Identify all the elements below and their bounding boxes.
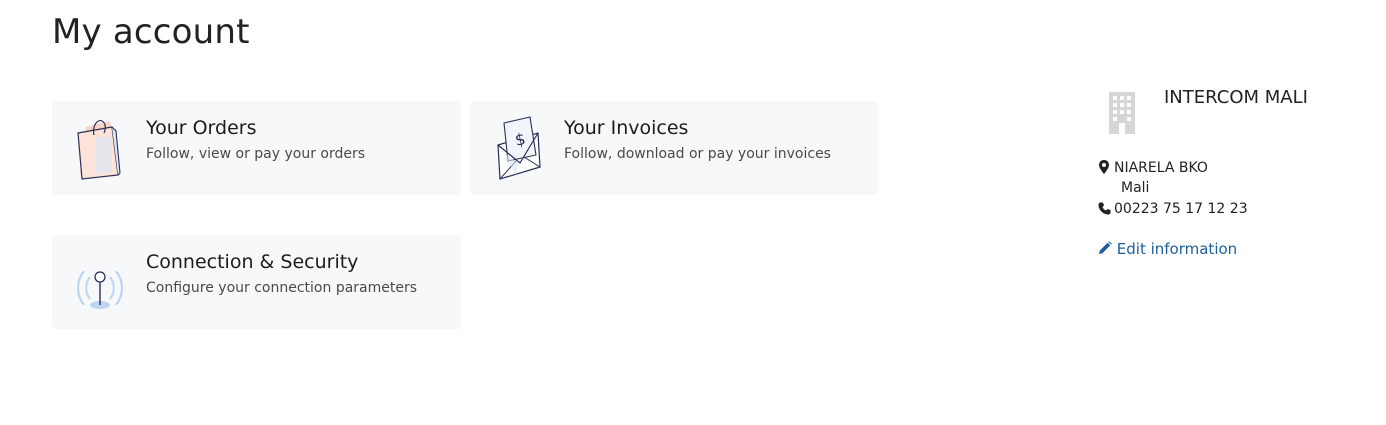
security-title: Connection & Security bbox=[146, 251, 359, 273]
page-title: My account bbox=[52, 12, 250, 52]
invoice-envelope-icon: $ bbox=[490, 115, 546, 181]
address-line1: NIARELA BKO bbox=[1114, 160, 1208, 176]
phone-number: 00223 75 17 12 23 bbox=[1114, 201, 1248, 217]
orders-card[interactable]: Your Orders Follow, view or pay your ord… bbox=[52, 101, 461, 195]
edit-information-link[interactable]: Edit information bbox=[1098, 240, 1237, 258]
security-description: Configure your connection parameters bbox=[146, 280, 418, 296]
security-card[interactable]: Connection & Security Configure your con… bbox=[52, 235, 461, 329]
invoices-card[interactable]: $ Your Invoices Follow, download or pay … bbox=[470, 101, 879, 195]
antenna-icon bbox=[72, 249, 128, 315]
map-marker-icon bbox=[1098, 160, 1114, 178]
company-name: INTERCOM MALI bbox=[1164, 87, 1308, 108]
invoices-title: Your Invoices bbox=[564, 117, 689, 139]
building-icon bbox=[1108, 91, 1136, 135]
orders-description: Follow, view or pay your orders bbox=[146, 146, 366, 162]
orders-title: Your Orders bbox=[146, 117, 257, 139]
phone-line: 00223 75 17 12 23 bbox=[1098, 201, 1248, 219]
address-line: NIARELA BKO bbox=[1098, 160, 1208, 178]
shopping-bag-icon bbox=[72, 115, 128, 181]
invoices-description: Follow, download or pay your invoices bbox=[564, 146, 831, 162]
phone-icon bbox=[1098, 202, 1114, 219]
pencil-icon bbox=[1098, 240, 1117, 258]
address-line2: Mali bbox=[1121, 180, 1150, 196]
edit-information-label: Edit information bbox=[1116, 240, 1238, 258]
